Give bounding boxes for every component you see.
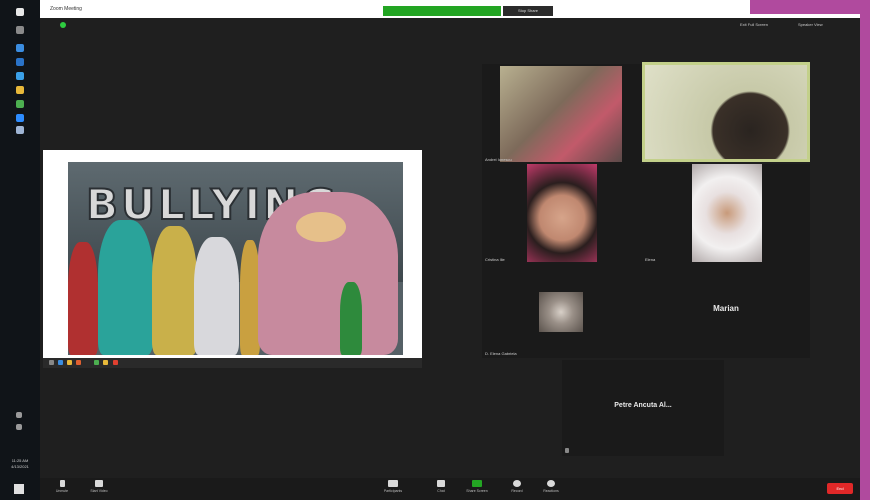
network-icon[interactable] xyxy=(16,412,22,418)
participant-photo xyxy=(539,292,583,332)
participant-name-display: Petre Ancuta Al... xyxy=(614,402,672,409)
app-icon-browser[interactable] xyxy=(16,44,24,52)
window-title: Zoom Meeting xyxy=(50,6,82,12)
kid-figure xyxy=(296,212,346,242)
windows-logo-icon[interactable] xyxy=(16,8,24,16)
taskbar-clock[interactable]: 11:25 AM 4/13/2021 xyxy=(2,458,38,470)
exit-full-screen-button[interactable]: Exit Full Screen xyxy=(740,22,768,27)
unmute-label: Unmute xyxy=(55,489,69,493)
shared-taskbar-icon xyxy=(58,360,63,365)
app-icon-active[interactable] xyxy=(16,126,24,134)
chat-bubble-icon xyxy=(437,480,445,487)
desktop-background xyxy=(860,0,870,500)
notification-icon[interactable] xyxy=(14,484,24,494)
kid-figure xyxy=(98,220,153,355)
kid-figure xyxy=(152,226,197,355)
clock-date: 4/13/2021 xyxy=(11,464,29,469)
participant-name-display: Marian xyxy=(713,304,739,313)
record-label: Record xyxy=(511,489,523,493)
chat-button[interactable]: Chat xyxy=(426,480,456,493)
reactions-icon xyxy=(547,480,555,487)
participant-video xyxy=(692,164,762,262)
encryption-shield-icon[interactable] xyxy=(60,22,66,28)
app-icon-store[interactable] xyxy=(16,72,24,80)
shared-image: BULLYING xyxy=(68,162,403,355)
microphone-icon xyxy=(59,480,65,487)
participant-video xyxy=(645,65,807,159)
app-icon-folder[interactable] xyxy=(16,86,24,94)
start-video-label: Start Video xyxy=(90,489,108,493)
participant-name: Andrei Ionescu xyxy=(485,157,512,162)
shared-screen-taskbar xyxy=(43,358,422,368)
participant-tile[interactable]: Elena xyxy=(642,164,810,264)
record-button[interactable]: Record xyxy=(502,480,532,493)
kid-figure xyxy=(340,282,362,355)
video-camera-icon xyxy=(95,480,103,487)
participant-tile[interactable]: Petre Ancuta Al... xyxy=(562,360,724,456)
participant-tile[interactable]: Marian xyxy=(642,264,810,358)
participant-tile[interactable]: Cristina Ilie xyxy=(482,164,642,264)
shared-taskbar-icon xyxy=(113,360,118,365)
reactions-label: Reactions xyxy=(543,489,559,493)
reactions-button[interactable]: Reactions xyxy=(536,480,566,493)
sharing-indicator[interactable] xyxy=(383,6,501,16)
app-icon-zoom[interactable] xyxy=(16,114,24,122)
speaker-view-button[interactable]: Speaker View xyxy=(798,22,823,27)
meeting-toolbar: Unmute Start Video Participants Chat Sha… xyxy=(40,478,860,500)
shared-screen[interactable]: BULLYING xyxy=(43,150,422,358)
desktop-background xyxy=(750,0,870,14)
kid-figure xyxy=(194,237,239,355)
participant-name: Cristina Ilie xyxy=(485,257,505,262)
participants-label: Participants xyxy=(383,489,403,493)
kid-figure xyxy=(240,240,260,355)
shared-taskbar-icon xyxy=(103,360,108,365)
volume-icon[interactable] xyxy=(16,424,22,430)
participants-icon xyxy=(388,480,398,487)
participant-tile-active[interactable] xyxy=(642,62,810,162)
search-icon[interactable] xyxy=(16,26,24,34)
share-screen-button[interactable]: Share Screen xyxy=(462,480,492,493)
participant-tile[interactable]: Andrei Ionescu xyxy=(482,64,642,164)
shared-taskbar-icon xyxy=(67,360,72,365)
participant-tile[interactable]: D. Elena Gabriela xyxy=(482,264,642,358)
start-video-button[interactable]: Start Video xyxy=(84,480,114,493)
unmute-button[interactable]: Unmute xyxy=(47,480,77,493)
participant-video xyxy=(500,66,622,162)
end-meeting-button[interactable]: End xyxy=(827,483,853,494)
participant-name: D. Elena Gabriela xyxy=(485,351,517,356)
app-icon-chrome[interactable] xyxy=(16,100,24,108)
desktop: 11:25 AM 4/13/2021 Zoom Meeting Stop Sha… xyxy=(0,0,870,500)
shared-taskbar-icon xyxy=(94,360,99,365)
share-screen-label: Share Screen xyxy=(466,489,488,493)
stop-share-button[interactable]: Stop Share xyxy=(503,6,553,16)
zoom-window: Zoom Meeting Stop Share – □ × Exit Full … xyxy=(40,4,860,500)
shared-taskbar-icon xyxy=(49,360,54,365)
participant-name: Elena xyxy=(645,257,656,262)
kid-figure xyxy=(68,242,98,355)
record-icon xyxy=(513,480,521,487)
os-taskbar: 11:25 AM 4/13/2021 xyxy=(0,0,40,500)
shared-taskbar-icon xyxy=(76,360,81,365)
chat-label: Chat xyxy=(437,489,445,493)
window-titlebar: Zoom Meeting Stop Share – □ × xyxy=(40,4,860,18)
share-screen-icon xyxy=(472,480,482,487)
participant-video xyxy=(527,164,597,262)
participants-button[interactable]: Participants xyxy=(378,480,408,493)
muted-mic-icon xyxy=(565,448,569,453)
app-icon-explorer[interactable] xyxy=(16,58,24,66)
